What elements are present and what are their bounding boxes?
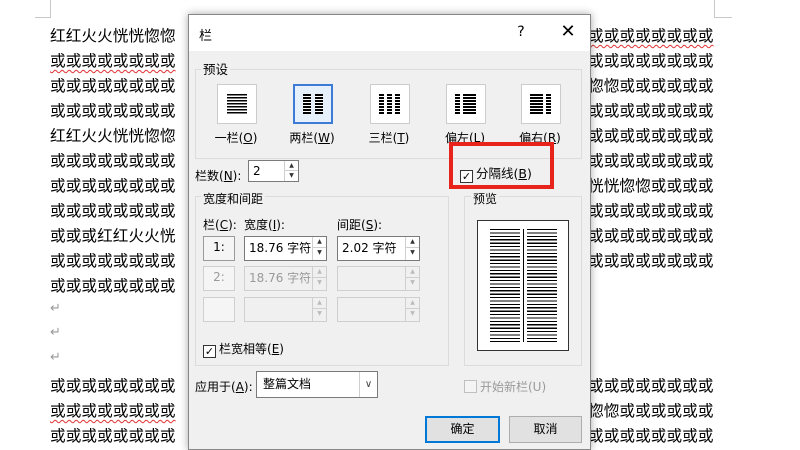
doc-text-line: 或或或或或或或或 [588,127,714,145]
width-spacing-label: 宽度和间距 [201,190,266,207]
doc-text-line: 或或或或或或或或 [588,27,714,45]
width-header: 宽度(I): [244,218,285,232]
start-new-column-check-icon[interactable] [464,380,477,393]
three-columns-icon [379,94,401,114]
width-input[interactable]: 18.76 字符 ▲ ▼ [244,266,327,291]
paragraph-mark: ↵ [50,301,61,316]
preset-two-columns-button[interactable] [293,84,333,124]
col-header: 栏(C): [203,218,237,232]
doc-text-line: 或或或或或或或或 [50,102,176,120]
num-columns-input[interactable]: 2 ▲ ▼ [248,160,299,182]
equal-width-check-icon[interactable]: ✓ [203,345,216,358]
doc-text-line: 或或或或或或或或 [588,252,714,270]
doc-text-line: 红红火火恍恍惚惚 [50,27,176,45]
doc-text-line: 或或或或或或或或 [588,52,714,70]
spacing-spinner[interactable]: ▲ ▼ [405,237,419,260]
doc-text-line: 或或或或或或或或 [588,102,714,120]
doc-text-line: 或或或或或或或或 [50,152,176,170]
preset-two-columns-label: 两栏(W) [289,131,335,145]
apply-to-select[interactable]: 整篇文档 ∨ [256,371,378,398]
right-column-icon [530,94,552,114]
margin-marker [50,0,51,18]
spacing-spinner[interactable]: ▲ ▼ [405,298,419,321]
preset-one-column-label: 一栏(O) [214,131,258,145]
cancel-button[interactable]: 取消 [509,416,582,443]
col-number: 1: [203,236,235,261]
doc-text-line: 或或或或或或或或 [50,377,176,395]
doc-text-line: 或或或或或或或或 [50,52,176,70]
doc-text-line: 或或或或或或或或 [50,427,176,445]
apply-to-label: 应用于(A): [195,380,253,394]
preview-label: 预览 [471,190,500,207]
preview-column-right [527,229,557,342]
doc-text-line: 红红火火恍恍惚惚 [50,127,176,145]
preset-left-button[interactable] [446,84,486,124]
one-column-icon [227,94,247,114]
doc-text-line: 恍恍惚惚或或或或 [588,177,714,195]
presets-label: 预设 [201,59,231,78]
doc-text-line: 或或或或或或或或 [50,277,176,295]
doc-text-line: 惚惚或或或或或或 [588,402,714,420]
preset-three-columns-label: 三栏(T) [368,131,410,145]
close-button[interactable]: ✕ [557,21,579,42]
dialog-titlebar[interactable]: 栏 ? ✕ [189,15,590,51]
doc-text-line: 或或或或或或或或 [588,202,714,220]
chevron-down-icon[interactable]: ∨ [359,372,377,397]
preset-one-column-button[interactable] [217,84,257,124]
doc-text-line: 或或或红红火火恍 [50,227,176,245]
paragraph-mark: ↵ [50,325,61,340]
doc-text-line: 或或或或或或或或 [50,202,176,220]
doc-text-line: 或或或或或或或或 [588,377,714,395]
spacing-input[interactable]: 2.02 字符 ▲ ▼ [337,236,420,261]
width-input[interactable]: 18.76 字符 ▲ ▼ [244,236,327,261]
col-number: 2: [203,266,235,291]
spacing-header: 间距(S): [337,218,383,232]
width-spinner[interactable]: ▲ ▼ [312,237,326,260]
two-columns-icon [303,94,323,114]
preset-three-columns-button[interactable] [370,84,410,124]
preview-box [477,220,569,351]
left-column-icon [455,94,477,114]
doc-text-line: 惚惚或或或或或或 [588,77,714,95]
highlight-box [449,142,554,189]
num-columns-spinner[interactable]: ▲ ▼ [284,161,298,181]
margin-marker [714,0,715,18]
margin-marker [35,17,51,18]
spacing-input[interactable]: ▲ ▼ [337,297,420,322]
help-button[interactable]: ? [511,24,531,40]
spacing-input[interactable]: ▲ ▼ [337,266,420,291]
equal-width-checkbox[interactable]: ✓ 栏宽相等(E) [203,340,284,358]
doc-text-line: 或或或或或或或或 [588,227,714,245]
width-spinner[interactable]: ▲ ▼ [312,267,326,290]
doc-text-line: 或或或或或或或或 [50,402,176,420]
doc-text-line: 或或或或或或或或 [588,152,714,170]
paragraph-mark: ↵ [50,350,61,365]
width-spinner[interactable]: ▲ ▼ [312,298,326,321]
num-columns-label: 栏数(N): [195,169,242,183]
doc-text-line: 或或或或或或或或 [50,77,176,95]
doc-text-line: 或或或或或或或或 [50,177,176,195]
preset-right-button[interactable] [521,84,561,124]
margin-marker [714,17,732,18]
width-input[interactable]: ▲ ▼ [244,297,327,322]
preview-separator [523,229,524,342]
start-new-column-checkbox[interactable]: 开始新栏(U) [464,378,546,395]
doc-text-line: 或或或或或或或或 [588,427,714,445]
preview-column-left [490,229,520,342]
doc-text-line: 或或或或或或或或 [50,252,176,270]
ok-button[interactable]: 确定 [425,416,500,443]
spacing-spinner[interactable]: ▲ ▼ [405,267,419,290]
col-number [203,297,235,322]
dialog-title: 栏 [199,29,213,44]
